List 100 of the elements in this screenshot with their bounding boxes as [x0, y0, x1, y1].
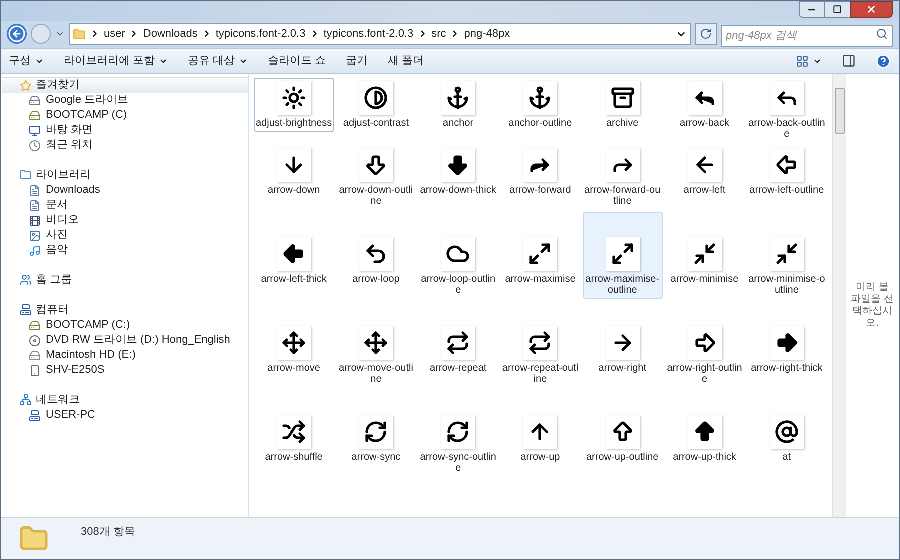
image-icon: [29, 230, 41, 242]
address-field[interactable]: user Downloads typicons.font-2.0.3 typicons.font-2.0.3 src png-48px: [69, 23, 691, 45]
back-button[interactable]: [7, 24, 27, 44]
shrink-icon: [774, 242, 799, 266]
sidebar-item-label: 사진: [46, 228, 68, 244]
breadcrumb[interactable]: typicons.font-2.0.3: [324, 26, 414, 42]
half-circle-icon: [364, 86, 388, 110]
close-icon: [866, 4, 877, 15]
sidebar-group[interactable]: 홈 그룹: [2, 272, 248, 288]
search-icon: [876, 28, 888, 40]
breadcrumb[interactable]: user: [104, 26, 126, 42]
up-arrow-icon: [692, 420, 717, 444]
drive-icon: [29, 350, 41, 362]
sidebar-item-label: DVD RW 드라이브 (D:) Hong_English: [46, 333, 230, 348]
preview-pane-button[interactable]: [842, 54, 856, 68]
help-button[interactable]: [876, 54, 891, 68]
sidebar-item[interactable]: 문서: [2, 198, 248, 213]
sun-icon: [282, 86, 306, 110]
sidebar-item[interactable]: DVD RW 드라이브 (D:) Hong_English: [2, 333, 248, 348]
scrollbar[interactable]: [832, 74, 846, 517]
sidebar-item-label: 최근 위치: [46, 138, 94, 154]
drive-icon: [29, 320, 41, 332]
anchor-icon: [446, 86, 470, 110]
drive-icon: [29, 94, 41, 106]
sidebar-group-label: 라이브러리: [36, 168, 91, 183]
right-arrow-icon: [774, 331, 799, 355]
sidebar-item-label: BOOTCAMP (C:): [46, 318, 130, 334]
separator-icon: [90, 29, 100, 39]
sidebar-item-label: Macintosh HD (E:): [46, 348, 136, 364]
sidebar-item[interactable]: Downloads: [2, 183, 248, 198]
sidebar-group[interactable]: 컴퓨터: [2, 302, 248, 318]
sidebar-item-label: SHV-E250S: [46, 363, 105, 378]
search-field[interactable]: png-48px 검색: [721, 25, 893, 47]
sidebar-group-label: 홈 그룹: [36, 272, 72, 288]
scroll-thumb[interactable]: [834, 88, 844, 134]
clock-icon: [29, 140, 41, 152]
toolbar-button[interactable]: 굽기: [346, 52, 368, 70]
sidebar-item[interactable]: BOOTCAMP (C): [2, 108, 248, 123]
toolbar-button[interactable]: 구성: [9, 52, 44, 70]
sidebar-item[interactable]: 비디오: [2, 213, 248, 228]
view-button[interactable]: [796, 54, 822, 68]
folder-icon: [19, 524, 49, 554]
sidebar-item[interactable]: USER-PC: [2, 408, 248, 423]
breadcrumb[interactable]: png-48px: [464, 26, 510, 42]
down-arrow-icon: [446, 153, 470, 177]
file-item[interactable]: arrow-maximise-outline: [582, 212, 663, 299]
sidebar-item[interactable]: 최근 위치: [2, 138, 248, 153]
breadcrumb[interactable]: src: [432, 26, 446, 42]
sidebar-group[interactable]: 라이브러리: [2, 167, 248, 183]
view-icon: [796, 54, 809, 68]
toolbar-button[interactable]: 새 폴더: [388, 52, 424, 70]
sidebar-item[interactable]: Google 드라이브: [2, 93, 248, 108]
film-icon: [29, 214, 41, 226]
sidebar-item-label: 비디오: [46, 213, 79, 228]
close-button[interactable]: [850, 1, 893, 18]
sidebar-item[interactable]: 사진: [2, 228, 248, 243]
loop-arrow-icon: [364, 242, 388, 266]
sidebar-item-label: 음악: [46, 243, 68, 258]
expand-icon: [528, 242, 552, 266]
refresh-icon: [700, 28, 712, 40]
item-count: 308개 항목: [81, 525, 136, 540]
help-icon: [876, 54, 891, 68]
monitor-icon: [29, 124, 41, 136]
breadcrumb[interactable]: Downloads: [143, 26, 198, 42]
sidebar-group-label: 컴퓨터: [36, 302, 69, 318]
preview-message: 미리 볼 파일을 선택하십시오.: [850, 282, 894, 330]
move-icon: [282, 331, 306, 355]
sidebar-item[interactable]: SHV-E250S: [2, 363, 248, 378]
sidebar-item-label: Google 드라이브: [46, 93, 129, 108]
sidebar-item[interactable]: Macintosh HD (E:): [2, 348, 248, 363]
sidebar-group-label: 네트워크: [36, 392, 80, 408]
toolbar-button[interactable]: 공유 대상: [188, 52, 248, 70]
toolbar-button[interactable]: 라이브러리에 포함: [64, 52, 168, 70]
left-arrow-icon: [282, 242, 306, 266]
music-note-icon: [29, 244, 41, 256]
sidebar-item[interactable]: 바탕 화면: [2, 123, 248, 138]
pane-icon: [842, 54, 856, 68]
document-icon: [29, 200, 41, 212]
refresh-button[interactable]: [695, 23, 717, 45]
sidebar-item-label: BOOTCAMP (C): [46, 108, 128, 124]
sidebar-item-label: USER-PC: [46, 408, 96, 424]
expand-icon: [610, 242, 635, 266]
sidebar-item-label: 바탕 화면: [46, 123, 94, 138]
file-item[interactable]: adjust-brightness: [254, 78, 334, 132]
phone-icon: [29, 364, 41, 376]
folder-icon: [20, 169, 32, 181]
disc-icon: [29, 334, 41, 346]
sidebar-group[interactable]: 네트워크: [2, 392, 248, 408]
sidebar-item[interactable]: 음악: [2, 243, 248, 258]
document-icon: [29, 184, 41, 196]
left-arrow-icon: [774, 153, 799, 177]
sidebar-item[interactable]: BOOTCAMP (C:): [2, 318, 248, 333]
toolbar-button[interactable]: 슬라이드 쇼: [268, 52, 326, 70]
star-icon: [20, 80, 32, 92]
sidebar-group[interactable]: 즐겨찾기: [2, 77, 248, 93]
computer-icon: [29, 410, 41, 422]
at-sign-icon: [774, 420, 799, 444]
sidebar-group-label: 즐겨찾기: [36, 78, 80, 94]
breadcrumb[interactable]: typicons.font-2.0.3: [216, 26, 306, 42]
maximize-button[interactable]: [825, 1, 850, 18]
